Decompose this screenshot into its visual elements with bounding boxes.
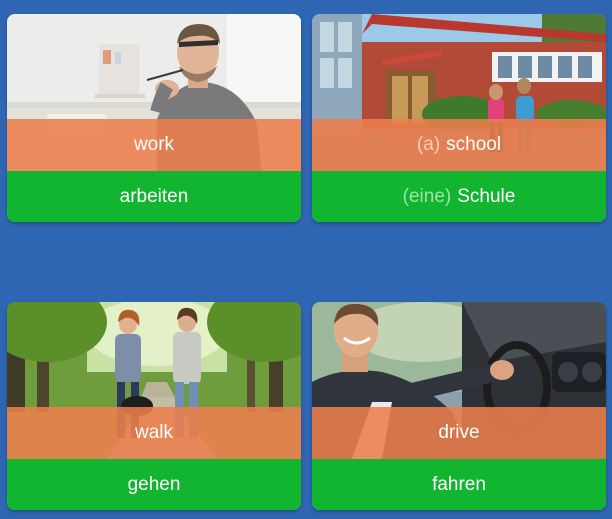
translation-article: (eine) xyxy=(402,185,452,207)
translation-word: fahren xyxy=(432,473,486,495)
translation-band[interactable]: arbeiten xyxy=(7,171,301,222)
source-word-band: drive xyxy=(312,407,606,459)
source-word: school xyxy=(446,134,502,155)
translation-band[interactable]: gehen xyxy=(7,459,301,510)
flashcard-school[interactable]: (a) school (eine) Schule xyxy=(312,14,606,222)
source-article: (a) xyxy=(416,134,441,155)
source-word: walk xyxy=(134,422,173,443)
translation-word: gehen xyxy=(127,473,181,495)
translation-word: arbeiten xyxy=(119,185,189,207)
flashcard-drive[interactable]: drive fahren xyxy=(312,302,606,510)
translation-band[interactable]: fahren xyxy=(312,459,606,510)
source-word: drive xyxy=(438,422,480,443)
source-word-band: walk xyxy=(7,407,301,459)
translation-word: Schule xyxy=(457,185,516,207)
source-word-band: (a) school xyxy=(312,119,606,171)
source-word-band: work xyxy=(7,119,301,171)
flashcard-board: work arbeiten (a) school (eine) Schule w… xyxy=(0,0,612,519)
source-word: work xyxy=(133,134,175,155)
flashcard-walk[interactable]: walk gehen xyxy=(7,302,301,510)
translation-band[interactable]: (eine) Schule xyxy=(312,171,606,222)
flashcard-work[interactable]: work arbeiten xyxy=(7,14,301,222)
